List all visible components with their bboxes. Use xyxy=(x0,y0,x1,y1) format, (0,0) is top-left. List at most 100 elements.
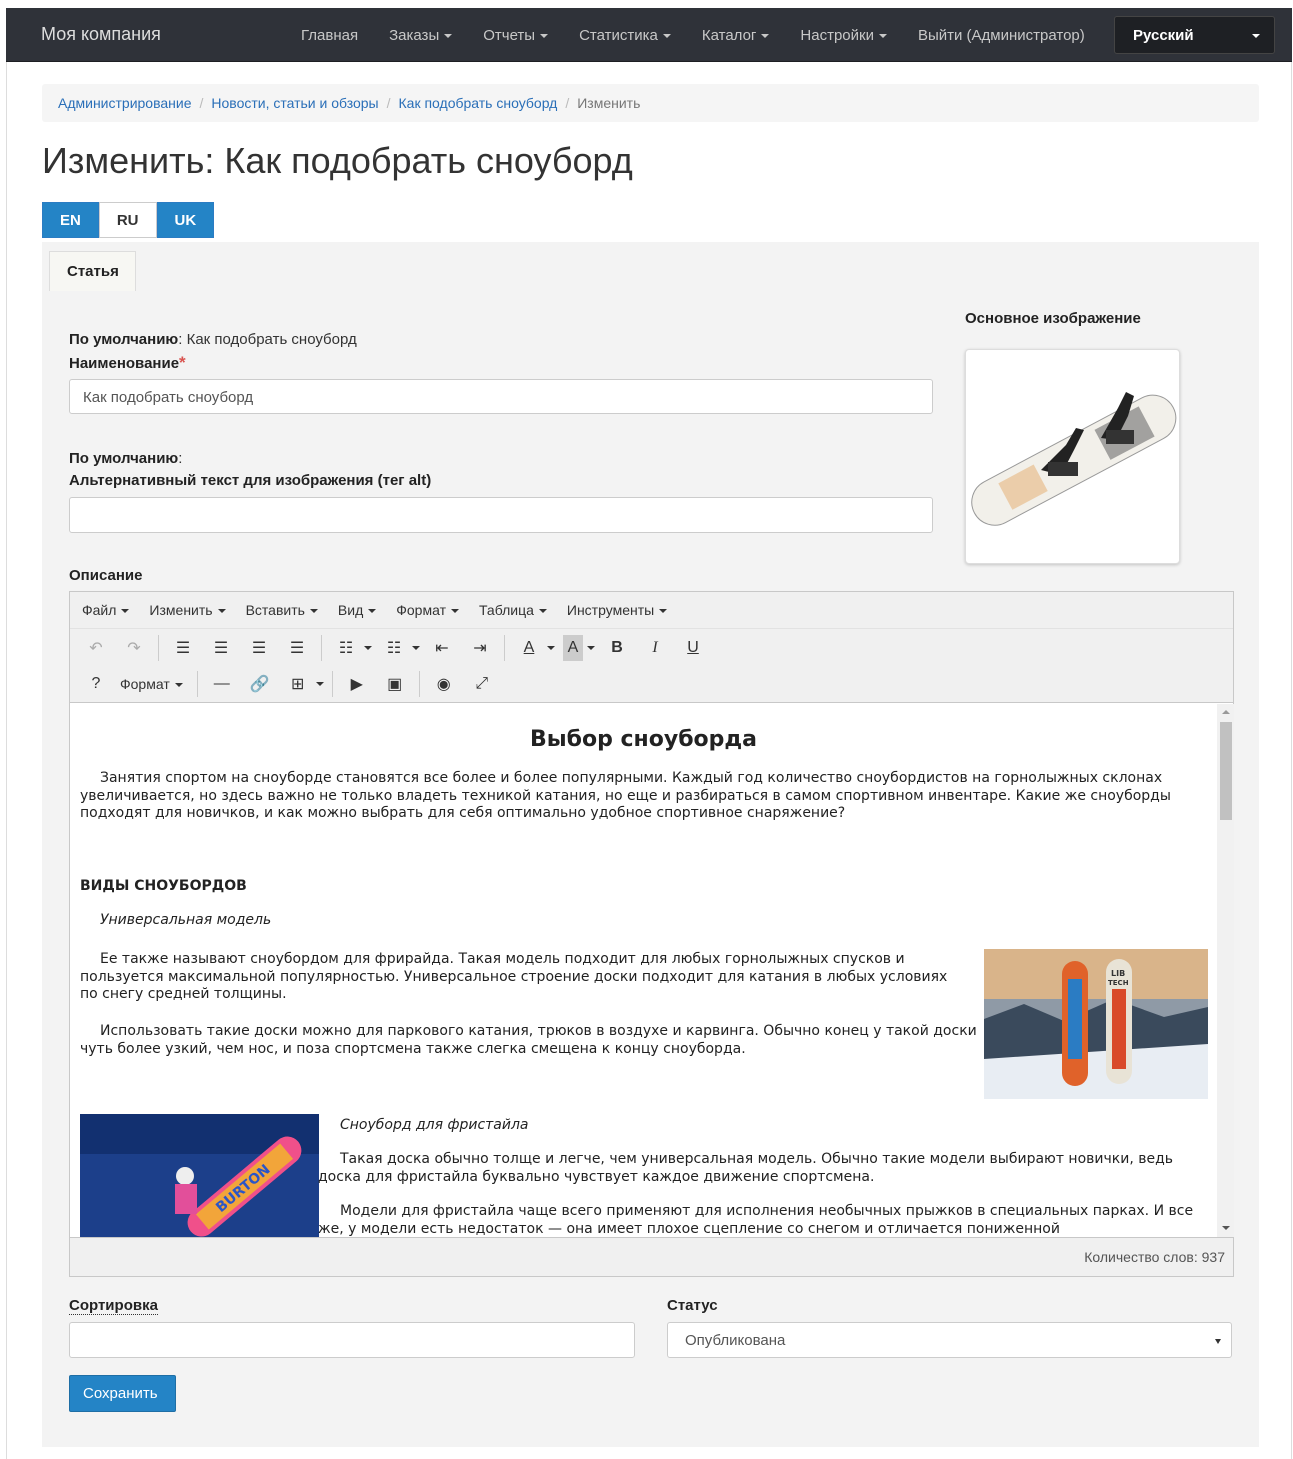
language-select[interactable]: Русский xyxy=(1114,16,1275,54)
status-select[interactable]: Опубликована xyxy=(667,1322,1232,1358)
breadcrumb-separator: / xyxy=(565,95,570,111)
redo-icon[interactable]: ↷ xyxy=(120,635,148,661)
align-right-icon[interactable]: ☰ xyxy=(245,635,273,661)
tab-lang-uk[interactable]: UK xyxy=(156,202,215,238)
tab-lang-en[interactable]: EN xyxy=(42,202,99,238)
nav-catalog[interactable]: Каталог xyxy=(702,27,770,44)
save-button[interactable]: Сохранить xyxy=(69,1375,176,1412)
nav-statistics[interactable]: Статистика xyxy=(579,27,671,44)
scroll-down-icon[interactable] xyxy=(1222,1226,1230,1230)
nav-menu: Главная Заказы Отчеты Статистика Каталог… xyxy=(301,8,1116,62)
image-label: TECH xyxy=(1108,979,1129,987)
nav-settings[interactable]: Настройки xyxy=(800,27,887,44)
nav-orders[interactable]: Заказы xyxy=(389,27,453,44)
indent-icon[interactable]: ⇥ xyxy=(466,635,494,661)
main-image[interactable] xyxy=(965,349,1180,564)
menu-edit[interactable]: Изменить xyxy=(149,602,226,618)
breadcrumb-separator: / xyxy=(199,95,204,111)
editor-toolbar-row-2: ? Формат — 🔗 ⊞ ▶ ▣ ◉ ⤢ xyxy=(70,666,1233,703)
media-icon[interactable]: ▶ xyxy=(343,671,371,697)
nav-home[interactable]: Главная xyxy=(301,27,358,44)
horizontal-rule-icon[interactable]: — xyxy=(208,671,236,697)
alt-label: Альтернативный текст для изображения (те… xyxy=(69,472,432,489)
snowboard-image xyxy=(971,392,1177,526)
status-select-value: Опубликована xyxy=(685,1332,786,1349)
scroll-up-icon[interactable] xyxy=(1222,710,1230,714)
menu-file[interactable]: Файл xyxy=(82,602,130,618)
content-intro: Занятия спортом на сноуборде становятся … xyxy=(80,770,1171,821)
content-subtitle-universal: Универсальная модель xyxy=(100,912,272,928)
chevron-down-icon[interactable] xyxy=(364,645,372,650)
content-paragraph: Модели для фристайла чаще всего применяю… xyxy=(318,1203,1194,1237)
editor-statusbar: Количество слов: 937 xyxy=(70,1237,1233,1276)
editor-toolbar-row-1: ↶ ↷ ☰ ☰ ☰ ☰ ☷ ☷ ⇤ ⇥ A A B I U xyxy=(70,629,1233,666)
menu-view[interactable]: Вид xyxy=(338,602,377,618)
help-icon[interactable]: ? xyxy=(82,671,110,697)
image-icon[interactable]: ▣ xyxy=(381,671,409,697)
breadcrumb-current: Изменить xyxy=(577,95,641,111)
breadcrumb-article[interactable]: Как подобрать сноуборд xyxy=(399,95,558,111)
sort-input[interactable] xyxy=(69,1322,635,1358)
editor-menubar: Файл Изменить Вставить Вид Формат Таблиц… xyxy=(70,592,1233,629)
chevron-down-icon xyxy=(659,609,668,614)
breadcrumb-admin[interactable]: Администрирование xyxy=(58,95,192,111)
chevron-down-icon[interactable] xyxy=(315,682,324,686)
breadcrumb-separator: / xyxy=(386,95,391,111)
content-heading: Выбор сноуборда xyxy=(529,727,758,752)
nav-logout[interactable]: Выйти (Администратор) xyxy=(918,27,1085,44)
tab-article[interactable]: Статья xyxy=(49,251,136,291)
default-value: : Как подобрать сноуборд xyxy=(178,331,357,348)
content-section-title: ВИДЫ СНОУБОРДОВ xyxy=(80,878,247,894)
align-left-icon[interactable]: ☰ xyxy=(169,635,197,661)
menu-format[interactable]: Формат xyxy=(396,602,459,618)
chevron-down-icon xyxy=(761,33,770,38)
chevron-down-icon xyxy=(368,609,377,614)
underline-icon[interactable]: U xyxy=(679,635,707,661)
bullet-list-icon[interactable]: ☷ xyxy=(332,635,360,661)
align-center-icon[interactable]: ☰ xyxy=(207,635,235,661)
chevron-down-icon[interactable] xyxy=(587,645,595,650)
toolbar-separator xyxy=(331,671,333,697)
menu-table[interactable]: Таблица xyxy=(479,602,547,618)
editor-content[interactable]: Выбор сноуборда Занятия спортом на сноуб… xyxy=(70,704,1217,1237)
preview-icon[interactable]: ◉ xyxy=(430,671,458,697)
scroll-thumb[interactable] xyxy=(1220,722,1232,820)
rich-text-editor: Файл Изменить Вставить Вид Формат Таблиц… xyxy=(69,591,1234,1277)
bold-icon[interactable]: B xyxy=(603,635,631,661)
language-tabs: EN RU UK xyxy=(42,202,215,238)
sort-label: Сортировка xyxy=(69,1297,158,1315)
freestyle-rider-image[interactable]: BURTON xyxy=(80,1114,319,1237)
link-icon[interactable]: 🔗 xyxy=(246,671,274,697)
nav-reports[interactable]: Отчеты xyxy=(483,27,549,44)
content-paragraph: Ее также называют сноубордом для фрирайд… xyxy=(80,951,948,1002)
align-justify-icon[interactable]: ☰ xyxy=(283,635,311,661)
mountain-snowboards-image[interactable]: LIB TECH xyxy=(984,949,1208,1099)
undo-icon[interactable]: ↶ xyxy=(82,635,110,661)
alt-text-input[interactable] xyxy=(69,497,933,533)
menu-tools[interactable]: Инструменты xyxy=(567,602,668,618)
outdent-icon[interactable]: ⇤ xyxy=(428,635,456,661)
content-paragraph: Такая доска обычно толще и легче, чем ун… xyxy=(318,1151,1174,1185)
menu-insert[interactable]: Вставить xyxy=(246,602,318,618)
main-image-label: Основное изображение xyxy=(965,310,1141,327)
chevron-down-icon xyxy=(540,33,549,38)
italic-icon[interactable]: I xyxy=(641,635,669,661)
page-title: Изменить: Как подобрать сноуборд xyxy=(42,140,633,181)
chevron-down-icon xyxy=(174,683,183,688)
brand-link[interactable]: Моя компания xyxy=(41,24,161,45)
format-dropdown[interactable]: Формат xyxy=(120,676,183,692)
toolbar-separator xyxy=(321,634,322,661)
fullscreen-icon[interactable]: ⤢ xyxy=(468,671,496,697)
numbered-list-icon[interactable]: ☷ xyxy=(380,635,408,661)
chevron-down-icon xyxy=(538,609,547,614)
tab-lang-ru[interactable]: RU xyxy=(98,202,157,238)
chevron-down-icon[interactable] xyxy=(412,645,420,650)
breadcrumb-news[interactable]: Новости, статьи и обзоры xyxy=(211,95,378,111)
name-input[interactable]: Как подобрать сноуборд xyxy=(69,379,933,414)
chevron-down-icon xyxy=(217,609,226,614)
editor-scrollbar[interactable] xyxy=(1217,704,1234,1237)
background-color-icon[interactable]: A xyxy=(563,634,583,661)
table-icon[interactable]: ⊞ xyxy=(284,671,312,697)
text-color-icon[interactable]: A xyxy=(515,635,543,661)
chevron-down-icon[interactable] xyxy=(547,645,555,650)
